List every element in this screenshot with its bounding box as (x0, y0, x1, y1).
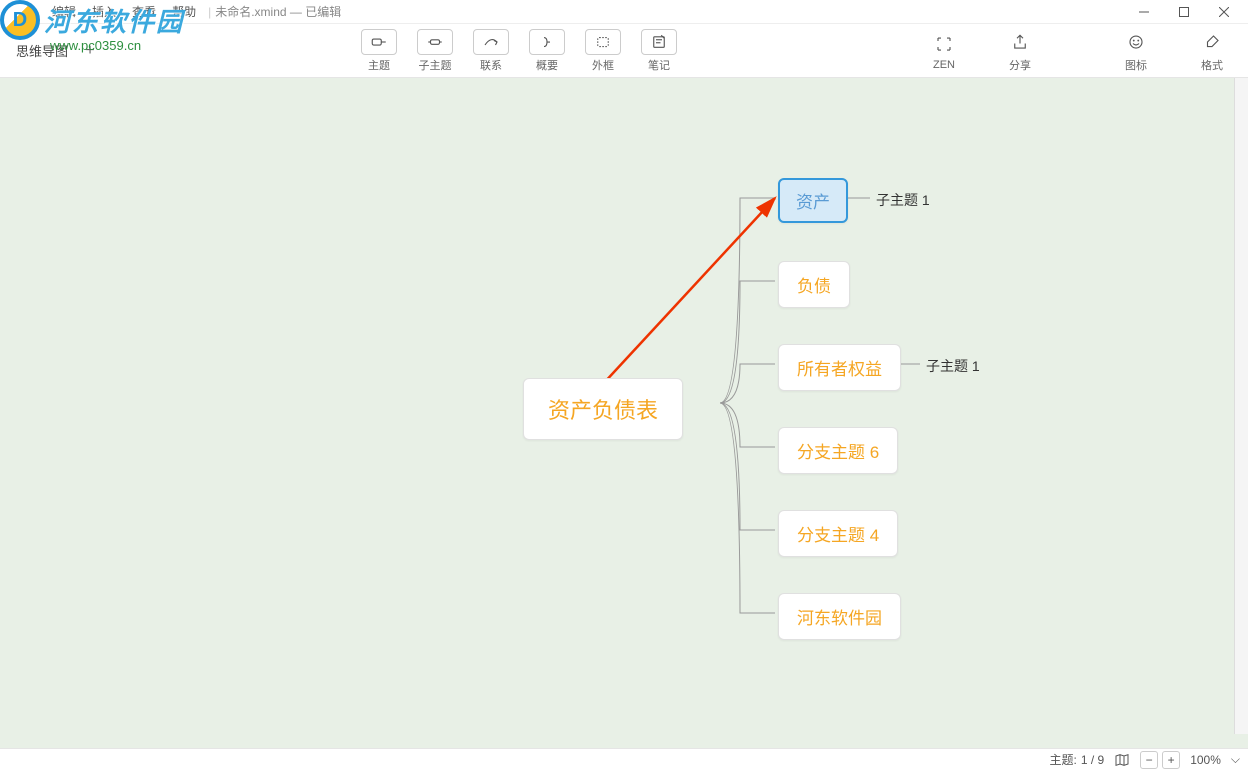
zoom-in-button[interactable]: + (1162, 751, 1180, 769)
boundary-button[interactable]: 外框 (575, 25, 631, 77)
minimize-icon (1139, 7, 1149, 17)
zoom-controls: − + (1140, 751, 1180, 769)
node-branch-5-label: 河东软件园 (797, 604, 882, 629)
zoom-level[interactable]: 100% (1190, 753, 1221, 767)
topic-icon (361, 29, 397, 55)
tool-group-main: 主题 子主题 联系 概要 外框 笔记 (351, 25, 687, 77)
node-branch-0-label: 资产 (796, 188, 830, 213)
topic-label: 主题 (368, 57, 390, 73)
window-controls (1124, 0, 1244, 24)
share-button[interactable]: 分享 (992, 25, 1048, 77)
format-button[interactable]: 格式 (1184, 25, 1240, 77)
node-branch-1-label: 负债 (797, 272, 831, 297)
node-root-label: 资产负债表 (548, 393, 658, 425)
subtopic-0[interactable]: 子主题 1 (876, 190, 930, 210)
subtopic-2[interactable]: 子主题 1 (926, 356, 980, 376)
vertical-scrollbar[interactable] (1234, 78, 1248, 734)
format-label: 格式 (1201, 57, 1223, 73)
menu-edit[interactable]: 编辑 (44, 1, 84, 22)
node-branch-3[interactable]: 分支主题 6 (778, 427, 898, 474)
zen-icon (926, 31, 962, 57)
menu-help[interactable]: 帮助 (164, 1, 204, 22)
status-minimap[interactable] (1114, 752, 1130, 768)
note-button[interactable]: 笔记 (631, 25, 687, 77)
summary-icon (529, 29, 565, 55)
node-branch-1[interactable]: 负债 (778, 261, 850, 308)
document-status: 已编辑 (305, 3, 341, 20)
zen-button[interactable]: ZEN (916, 25, 972, 77)
node-branch-2[interactable]: 所有者权益 (778, 344, 901, 391)
summary-button[interactable]: 概要 (519, 25, 575, 77)
tab-mindmap[interactable]: 思维导图 (8, 37, 76, 64)
summary-label: 概要 (536, 57, 558, 73)
mindmap: 资产负债表 资产 子主题 1 负债 所有者权益 子主题 1 分支主题 6 分支主… (0, 78, 1248, 748)
tool-group-right: ZEN 分享 图标 格式 (916, 25, 1240, 77)
subtopic-label: 子主题 (419, 57, 452, 73)
brush-icon (1194, 29, 1230, 55)
document-filename: 未命名.xmind (215, 3, 286, 20)
canvas[interactable]: 资产负债表 资产 子主题 1 负债 所有者权益 子主题 1 分支主题 6 分支主… (0, 78, 1248, 748)
menu-file[interactable]: 文件 (4, 1, 44, 22)
node-branch-5[interactable]: 河东软件园 (778, 593, 901, 640)
node-root[interactable]: 资产负债表 (523, 378, 683, 440)
maximize-icon (1179, 7, 1189, 17)
subtopic-icon (417, 29, 453, 55)
zen-label: ZEN (933, 59, 955, 71)
relationship-button[interactable]: 联系 (463, 25, 519, 77)
boundary-label: 外框 (592, 57, 614, 73)
node-branch-0[interactable]: 资产 (778, 178, 848, 223)
close-icon (1219, 7, 1229, 17)
share-label: 分享 (1009, 57, 1031, 73)
document-status-separator: — (287, 5, 306, 19)
status-topic-label: 主题: (1049, 751, 1076, 768)
node-branch-3-label: 分支主题 6 (797, 438, 879, 463)
note-label: 笔记 (648, 57, 670, 73)
boundary-icon (585, 29, 621, 55)
zoom-out-button[interactable]: − (1140, 751, 1158, 769)
title-bar: 文件 编辑 插入 查看 帮助 | 未命名.xmind — 已编辑 (0, 0, 1248, 24)
tab-section: 思维导图 + (8, 37, 102, 64)
relationship-label: 联系 (480, 57, 502, 73)
minimize-button[interactable] (1124, 0, 1164, 24)
status-bar: 主题: 1 / 9 − + 100% ⌵ (0, 748, 1248, 770)
node-branch-4[interactable]: 分支主题 4 (778, 510, 898, 557)
menu-insert[interactable]: 插入 (84, 1, 124, 22)
title-separator: | (208, 5, 211, 19)
minimap-icon (1114, 752, 1130, 768)
menu-view[interactable]: 查看 (124, 1, 164, 22)
relationship-icon (473, 29, 509, 55)
smiley-icon (1118, 29, 1154, 55)
icons-label: 图标 (1125, 57, 1147, 73)
annotation-arrow (580, 178, 800, 408)
tab-add-button[interactable]: + (78, 39, 102, 63)
maximize-button[interactable] (1164, 0, 1204, 24)
share-icon (1002, 29, 1038, 55)
subtopic-button[interactable]: 子主题 (407, 25, 463, 77)
status-topic-count: 主题: 1 / 9 (1049, 751, 1104, 768)
node-branch-4-label: 分支主题 4 (797, 521, 879, 546)
status-topic-value: 1 / 9 (1081, 753, 1104, 767)
icons-button[interactable]: 图标 (1108, 25, 1164, 77)
zoom-dropdown-icon[interactable]: ⌵ (1231, 752, 1240, 767)
note-icon (641, 29, 677, 55)
toolbar: 思维导图 + 主题 子主题 联系 概要 外框 (0, 24, 1248, 78)
node-branch-2-label: 所有者权益 (797, 355, 882, 380)
topic-button[interactable]: 主题 (351, 25, 407, 77)
close-button[interactable] (1204, 0, 1244, 24)
